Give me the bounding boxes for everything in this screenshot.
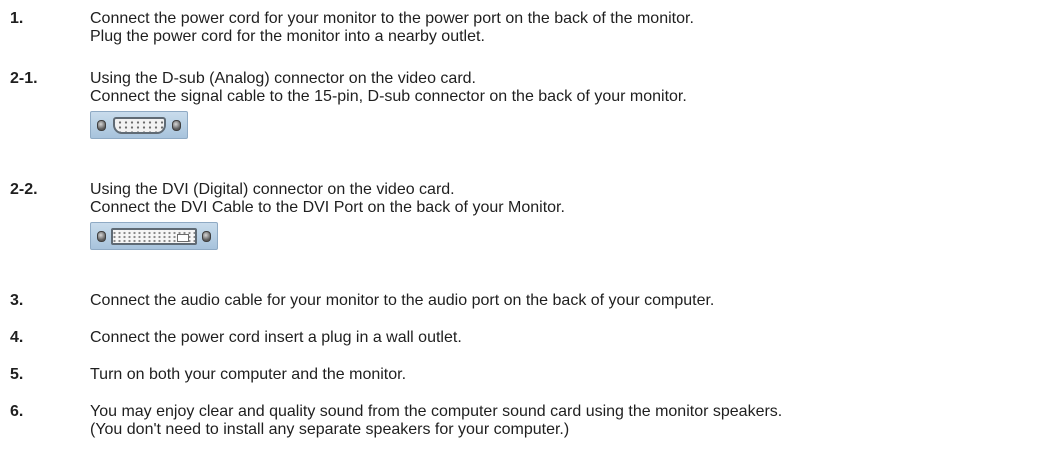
d-sub-port-icon [113, 117, 166, 134]
step-text: Turn on both your computer and the monit… [90, 366, 1040, 384]
step-line: Connect the audio cable for your monitor… [90, 292, 715, 309]
dvi-blade-icon [177, 234, 189, 242]
d-sub-connector-icon [90, 111, 188, 139]
step-number: 4. [10, 329, 24, 346]
screw-icon [97, 231, 106, 242]
step-line: Using the DVI (Digital) connector on the… [90, 181, 455, 198]
step-line: (You don't need to install any separate … [90, 421, 570, 438]
dvi-port-icon [111, 228, 197, 245]
step-text: Connect the power cord for your monitor … [90, 10, 1040, 46]
step-line: Connect the DVI Cable to the DVI Port on… [90, 199, 565, 216]
step-text: Connect the audio cable for your monitor… [90, 292, 1040, 310]
screw-icon [172, 120, 181, 131]
step-line: Plug the power cord for the monitor into… [90, 28, 485, 45]
screw-icon [202, 231, 211, 242]
step-number: 2-2. [10, 181, 38, 198]
dvi-connector-icon [90, 222, 218, 250]
step-line: Connect the signal cable to the 15-pin, … [90, 88, 687, 105]
step-number: 2-1. [10, 70, 38, 87]
step-text: You may enjoy clear and quality sound fr… [90, 403, 1040, 439]
step-number: 6. [10, 403, 24, 420]
step-line: Connect the power cord for your monitor … [90, 10, 694, 27]
step-number: 1. [10, 10, 24, 27]
step-text: Using the DVI (Digital) connector on the… [90, 181, 1040, 250]
step-text: Using the D-sub (Analog) connector on th… [90, 70, 1040, 139]
screw-icon [97, 120, 106, 131]
step-line: You may enjoy clear and quality sound fr… [90, 403, 783, 420]
step-number: 5. [10, 366, 24, 383]
step-line: Using the D-sub (Analog) connector on th… [90, 70, 476, 87]
step-text: Connect the power cord insert a plug in … [90, 329, 1040, 347]
step-line: Turn on both your computer and the monit… [90, 366, 407, 383]
step-number: 3. [10, 292, 24, 309]
step-line: Connect the power cord insert a plug in … [90, 329, 462, 346]
